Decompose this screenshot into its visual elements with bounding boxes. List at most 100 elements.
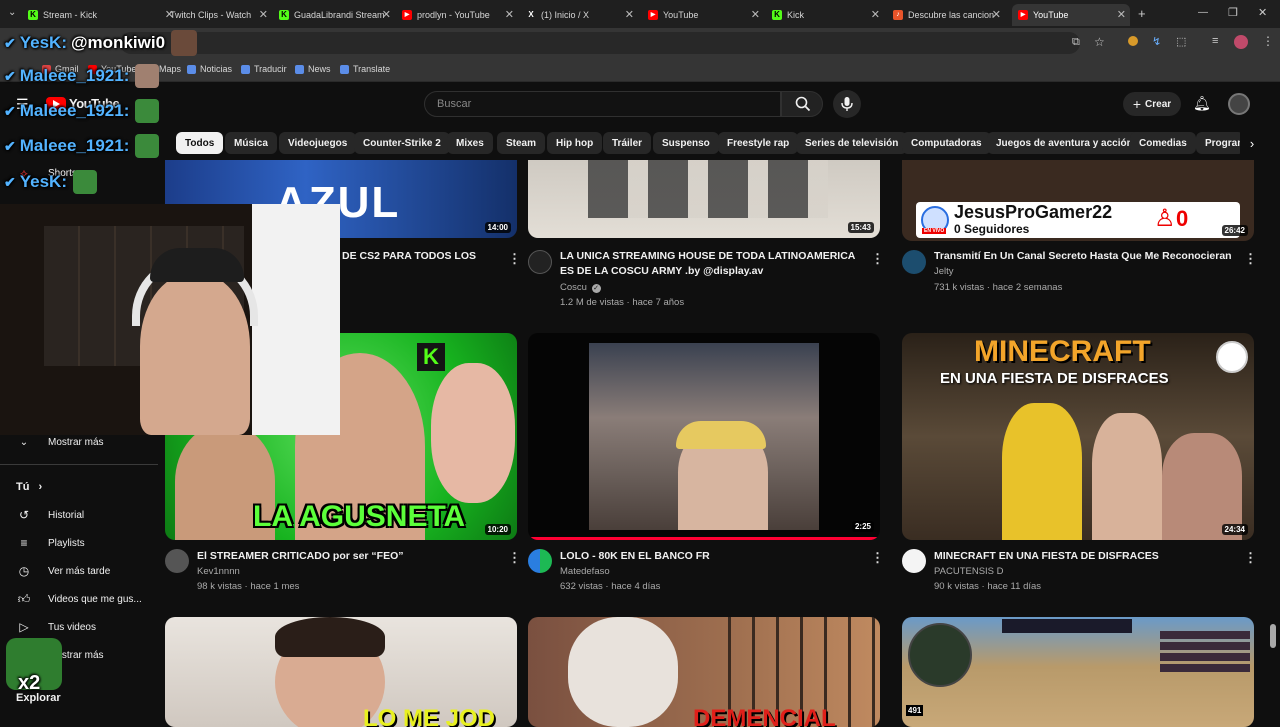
bookmark-translate[interactable]: Translate bbox=[340, 64, 390, 74]
channel-avatar[interactable] bbox=[528, 549, 552, 573]
sidebar-item-playlists[interactable]: ≡ Playlists bbox=[0, 529, 160, 557]
video-thumbnail[interactable]: EN VIVO JesusProGamer22 0 Seguidores ♙ 0… bbox=[902, 160, 1254, 241]
sidebar-divider bbox=[0, 464, 158, 465]
video-thumbnail[interactable]: DEMENCIAL bbox=[528, 617, 880, 727]
tab-close-icon[interactable]: ✕ bbox=[382, 8, 391, 21]
extension-icon[interactable] bbox=[1128, 36, 1138, 46]
chip-suspenso[interactable]: Suspenso bbox=[653, 132, 719, 154]
notifications-bell-icon[interactable]: 🔔︎ bbox=[1193, 95, 1211, 112]
tab-close-icon[interactable]: ✕ bbox=[992, 8, 1001, 21]
bookmark-news[interactable]: News bbox=[295, 64, 331, 74]
channel-avatar[interactable] bbox=[528, 250, 552, 274]
chip-comedias[interactable]: Comedias bbox=[1130, 132, 1196, 154]
more-options-icon[interactable]: ⋮ bbox=[871, 252, 884, 265]
chip-program[interactable]: Program bbox=[1196, 132, 1244, 154]
chip-counter-strike-2[interactable]: Counter-Strike 2 bbox=[354, 132, 450, 154]
chip-musica[interactable]: Música bbox=[225, 132, 277, 154]
minimize-button[interactable]: — bbox=[1198, 7, 1208, 18]
tab-close-icon[interactable]: ✕ bbox=[1117, 8, 1126, 21]
channel-name[interactable]: Matedefaso bbox=[560, 566, 610, 577]
search-input[interactable]: Buscar bbox=[424, 91, 781, 117]
user-icon: ♙ bbox=[1154, 205, 1176, 232]
channel-name[interactable]: PACUTENSIS D bbox=[934, 566, 1004, 577]
video-title[interactable]: Transmití En Un Canal Secreto Hasta Que … bbox=[934, 249, 1234, 264]
chat-badge-icon: ✔ bbox=[4, 34, 16, 51]
sidebar-item-liked-videos[interactable]: 👍︎ Videos que me gus... bbox=[0, 585, 160, 613]
profile-avatar[interactable] bbox=[1234, 35, 1248, 49]
channel-avatar[interactable] bbox=[165, 549, 189, 573]
more-options-icon[interactable]: ⋮ bbox=[508, 252, 521, 265]
video-thumbnail[interactable]: LO ME JOD bbox=[165, 617, 517, 727]
media-control-icon[interactable]: ≡ bbox=[1212, 35, 1218, 47]
tab-kick[interactable]: K Kick ✕ bbox=[772, 4, 884, 26]
bookmark-star-icon[interactable]: ☆ bbox=[1094, 35, 1105, 49]
video-title[interactable]: MINECRAFT EN UNA FIESTA DE DISFRACES bbox=[934, 549, 1234, 564]
video-thumbnail[interactable]: MINECRAFT EN UNA FIESTA DE DISFRACES 24:… bbox=[902, 333, 1254, 540]
video-title[interactable]: LOLO - 80K EN EL BANCO FR bbox=[560, 549, 860, 564]
create-button[interactable]: + Crear bbox=[1123, 92, 1181, 116]
browser-menu-icon[interactable]: ⋮ bbox=[1262, 34, 1274, 48]
minimap bbox=[908, 623, 972, 687]
chip-series-tv[interactable]: Series de televisión bbox=[796, 132, 908, 154]
chip-freestyle-rap[interactable]: Freestyle rap bbox=[718, 132, 799, 154]
new-tab-button[interactable]: + bbox=[1138, 6, 1146, 21]
more-options-icon[interactable]: ⋮ bbox=[1244, 551, 1257, 564]
chat-badge-icon: ✔ bbox=[4, 102, 16, 119]
tab-close-icon[interactable]: ✕ bbox=[751, 8, 760, 21]
tab-close-icon[interactable]: ✕ bbox=[259, 8, 268, 21]
restore-button[interactable]: ❐ bbox=[1228, 6, 1238, 19]
install-app-icon[interactable]: ⧉ bbox=[1072, 36, 1080, 49]
tab-descubre-canciones[interactable]: ♪ Descubre las cancion ✕ bbox=[893, 4, 1005, 26]
chips-next-button[interactable]: › bbox=[1240, 130, 1264, 156]
watched-progress-bar bbox=[528, 537, 880, 540]
video-thumbnail[interactable]: 2:25 bbox=[528, 333, 880, 540]
channel-avatar[interactable] bbox=[902, 549, 926, 573]
sidebar-item-historial[interactable]: ↺ Historial bbox=[0, 501, 160, 529]
sidebar-tu-heading[interactable]: Tú › bbox=[16, 481, 42, 493]
sidebar-item-ver-mas-tarde[interactable]: ◷ Ver más tarde bbox=[0, 557, 160, 585]
voice-search-button[interactable] bbox=[833, 90, 861, 118]
account-avatar[interactable] bbox=[1228, 93, 1250, 115]
tab-twitch-clips[interactable]: Twitch Clips - Watch ✕ bbox=[150, 4, 272, 26]
address-input[interactable] bbox=[120, 32, 1080, 54]
bookmark-traducir[interactable]: Traducir bbox=[241, 64, 287, 74]
chip-mixes[interactable]: Mixes bbox=[447, 132, 493, 154]
tab-close-icon[interactable]: ✕ bbox=[871, 8, 880, 21]
channel-avatar[interactable] bbox=[902, 250, 926, 274]
bookmark-noticias[interactable]: Noticias bbox=[187, 64, 232, 74]
channel-name[interactable]: Jelty bbox=[934, 266, 954, 277]
video-title[interactable]: DE CS2 PARA TODOS LOS bbox=[342, 249, 502, 264]
chip-steam[interactable]: Steam bbox=[497, 132, 546, 154]
chip-trailer[interactable]: Tráiler bbox=[603, 132, 652, 154]
channel-name[interactable]: Kev1nnnn bbox=[197, 566, 240, 577]
chip-hip-hop[interactable]: Hip hop bbox=[547, 132, 603, 154]
extension-icon[interactable]: ↯ bbox=[1152, 35, 1161, 48]
tab-x-inicio[interactable]: X (1) Inicio / X ✕ bbox=[526, 4, 638, 26]
more-options-icon[interactable]: ⋮ bbox=[1244, 252, 1257, 265]
close-window-button[interactable]: ✕ bbox=[1258, 6, 1267, 19]
search-button[interactable] bbox=[781, 91, 823, 117]
video-thumbnail[interactable]: 491 bbox=[902, 617, 1254, 727]
search-icon bbox=[795, 96, 811, 112]
tab-search-chevron-icon[interactable]: ⌄ bbox=[8, 7, 16, 18]
video-title[interactable]: El STREAMER CRITICADO por ser “FEO” bbox=[197, 549, 497, 564]
video-thumbnail[interactable]: 15:43 bbox=[528, 160, 880, 238]
tab-prodlyn-youtube[interactable]: ▶ prodlyn - YouTube ✕ bbox=[402, 4, 518, 26]
tab-close-icon[interactable]: ✕ bbox=[505, 8, 514, 21]
more-options-icon[interactable]: ⋮ bbox=[508, 551, 521, 564]
page-scrollbar[interactable] bbox=[1270, 624, 1276, 648]
sidebar-item-tus-videos[interactable]: ▷ Tus videos bbox=[0, 613, 160, 641]
channel-name[interactable]: Coscu ✓ bbox=[560, 282, 601, 293]
more-options-icon[interactable]: ⋮ bbox=[871, 551, 884, 564]
tab-guadalibrandi[interactable]: K GuadaLibrandi Stream ✕ bbox=[279, 4, 395, 26]
tab-close-icon[interactable]: ✕ bbox=[625, 8, 634, 21]
puzzle-icon[interactable]: ⬚ bbox=[1176, 35, 1186, 48]
chip-computadoras[interactable]: Computadoras bbox=[902, 132, 991, 154]
chip-videojuegos[interactable]: Videojuegos bbox=[279, 132, 357, 154]
chip-juegos-aventura[interactable]: Juegos de aventura y acción bbox=[987, 132, 1142, 154]
video-title[interactable]: LA UNICA STREAMING HOUSE DE TODA LATINOA… bbox=[560, 249, 860, 279]
thumbnail-person bbox=[1092, 413, 1162, 540]
tab-youtube[interactable]: ▶ YouTube ✕ bbox=[648, 4, 764, 26]
chip-todos[interactable]: Todos bbox=[176, 132, 224, 154]
tab-youtube-active[interactable]: ▶ YouTube ✕ bbox=[1012, 4, 1130, 26]
